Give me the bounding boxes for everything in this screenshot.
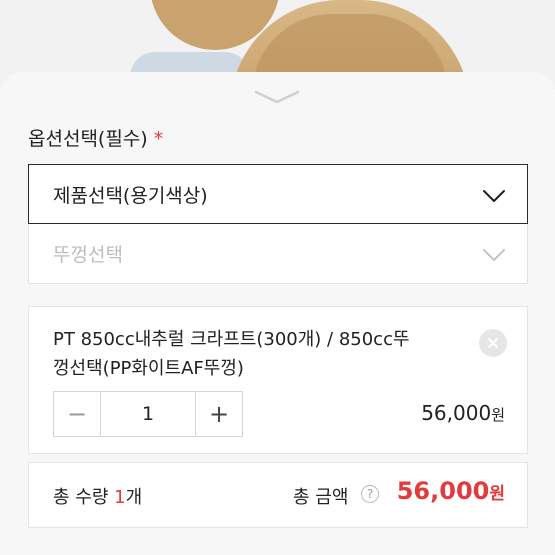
remove-item-button[interactable]: [479, 329, 507, 357]
increase-quantity-button[interactable]: +: [196, 392, 242, 436]
help-icon[interactable]: ?: [361, 485, 379, 503]
item-name-line-1: PT 850cc내추럴 크라프트(300개) / 850cc뚜: [53, 329, 410, 350]
option-label-text: 옵션선택(필수): [28, 128, 148, 150]
chevron-down-icon: [483, 190, 505, 202]
item-name-line-2: 껑선택(PP화이트AF뚜껑): [53, 358, 244, 379]
option-section-label: 옵션선택(필수) *: [28, 124, 163, 151]
product-select-value: 제품선택(용기색상): [53, 184, 208, 207]
quantity-stepper: − 1 +: [53, 391, 243, 437]
chevron-down-icon: [483, 249, 505, 261]
required-mark: *: [153, 128, 164, 150]
decrease-quantity-button[interactable]: −: [54, 392, 100, 436]
lid-select[interactable]: 뚜껑선택: [28, 224, 528, 284]
selected-item-card: PT 850cc내추럴 크라프트(300개) / 850cc뚜 껑선택(PP화이…: [28, 306, 528, 454]
sheet-collapse-handle[interactable]: [252, 88, 302, 106]
item-price-value: 56,000: [421, 401, 492, 425]
selected-item-name: PT 850cc내추럴 크라프트(300개) / 850cc뚜 껑선택(PP화이…: [53, 325, 463, 383]
total-amount-label: 총 금액: [293, 487, 349, 508]
total-amount-value: 56,000: [396, 477, 490, 505]
total-quantity: 총 수량 1개: [53, 483, 142, 509]
item-price-currency: 원: [491, 406, 505, 424]
lid-select-placeholder: 뚜껑선택: [53, 244, 123, 266]
total-quantity-value: 1: [114, 487, 126, 508]
close-icon: [488, 338, 498, 348]
order-summary: 총 수량 1개 총 금액 ? 56,000원: [28, 462, 528, 528]
total-quantity-label: 총 수량: [53, 487, 115, 508]
chevron-down-icon: [254, 90, 300, 104]
total-amount-currency: 원: [489, 484, 505, 504]
total-amount: 56,000원: [397, 477, 505, 505]
item-price: 56,000원: [421, 401, 505, 425]
quantity-value[interactable]: 1: [100, 392, 196, 436]
product-select[interactable]: 제품선택(용기색상): [28, 164, 528, 224]
total-quantity-unit: 개: [125, 487, 143, 508]
